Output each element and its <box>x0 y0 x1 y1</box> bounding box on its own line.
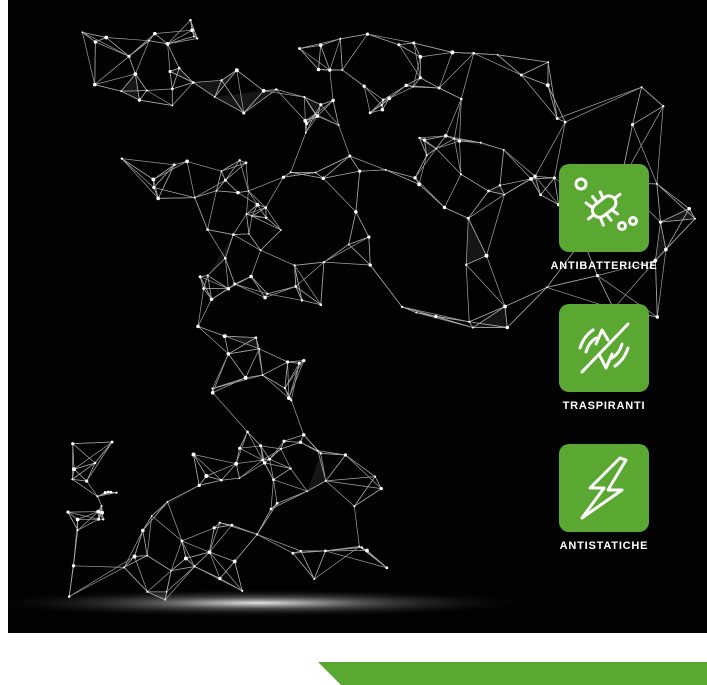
badge-breathable: TRASPIRANTI <box>557 304 651 412</box>
badge-label: ANTIBATTERICHE <box>550 260 658 272</box>
hero-image: ANTIBATTERICHE TRASPIRANTI ANTISTATICHE <box>8 0 707 633</box>
badge-tile <box>559 304 649 392</box>
accent-bar <box>318 662 707 685</box>
badge-tile <box>559 164 649 252</box>
lightning-bolt-icon <box>580 456 628 520</box>
badge-label: TRASPIRANTI <box>562 400 646 412</box>
breathable-arrows-icon <box>578 322 630 374</box>
bacteria-icon <box>574 177 638 231</box>
badge-label: ANTISTATICHE <box>559 540 649 552</box>
badge-antistatic: ANTISTATICHE <box>557 444 651 552</box>
badge-tile <box>559 444 649 532</box>
badge-antibacterial: ANTIBATTERICHE <box>551 164 657 272</box>
